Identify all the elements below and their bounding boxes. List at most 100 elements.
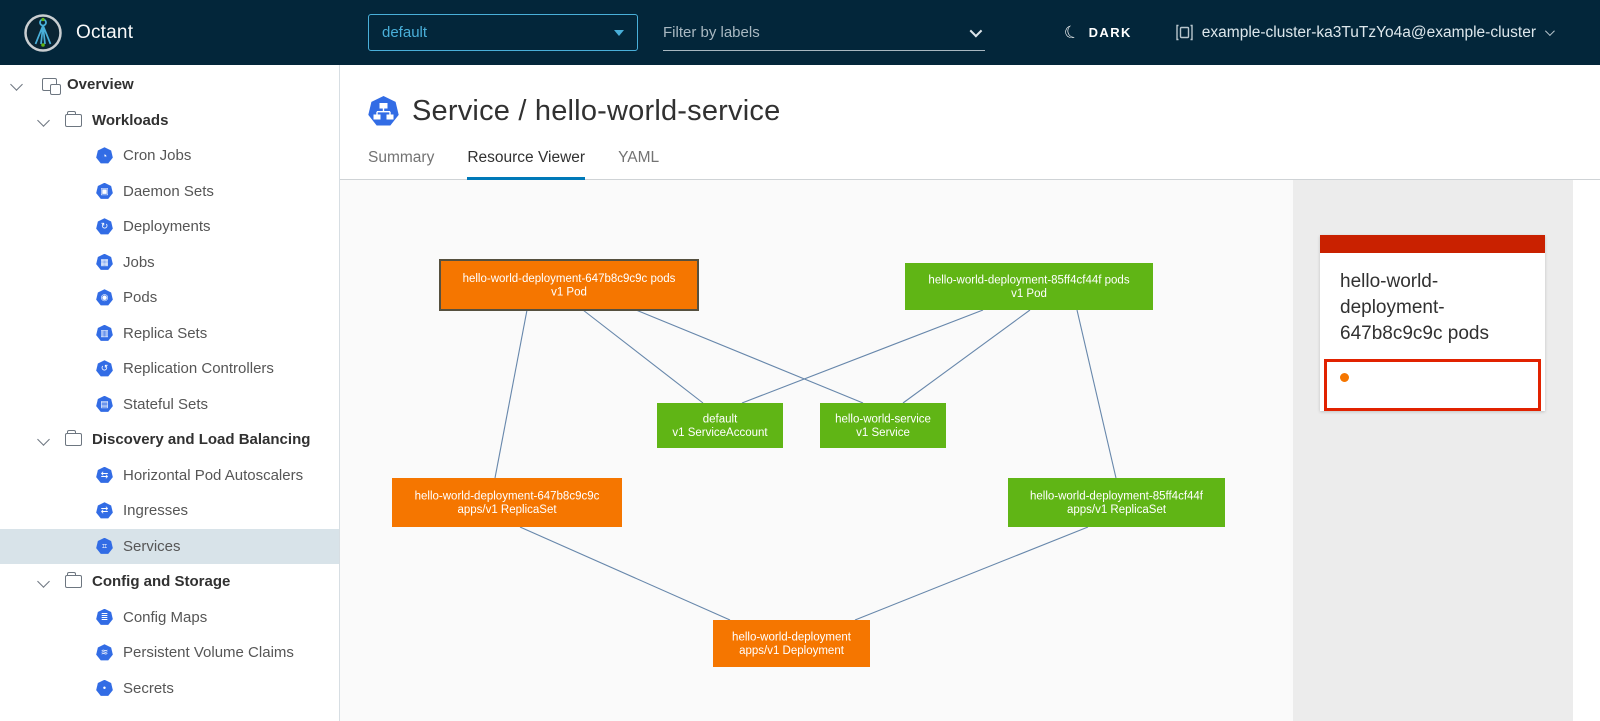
resource-graph: hello-world-deployment-647b8c9c9c pods v1… [340, 180, 1293, 716]
sidebar-item-label: Deployments [123, 218, 211, 235]
sidebar-item-replica-sets[interactable]: ▥ Replica Sets [0, 316, 339, 352]
service-icon [368, 96, 399, 127]
sidebar-item-label: Overview [67, 76, 134, 93]
sidebar-item-jobs[interactable]: ▦ Jobs [0, 245, 339, 281]
sidebar-item-label: Pods [123, 289, 157, 306]
jobs-icon: ▦ [96, 254, 113, 271]
sidebar-item-horizontal-pod-autoscalers[interactable]: ⇆Horizontal Pod Autoscalers [0, 458, 339, 494]
octant-logo [24, 14, 62, 52]
graph-node-label: hello-world-deployment [732, 632, 852, 644]
sidebar-item-secrets[interactable]: • Secrets [0, 671, 339, 707]
sidebar-item-pods[interactable]: ◉Pods [0, 280, 339, 316]
deployments-icon: ↻ [96, 218, 113, 235]
folder-icon [65, 433, 82, 446]
sidebar-item-stateful-sets[interactable]: ▤ Stateful Sets [0, 387, 339, 423]
label-filter-input[interactable]: Filter by labels [663, 14, 985, 51]
sidebar-item-discovery-and-load-balancing[interactable]: Discovery and Load Balancing [0, 422, 339, 458]
stateful-sets-icon: ▤ [96, 396, 113, 413]
app-title: Octant [76, 22, 133, 44]
graph-edge-pod-85ff-replicaset-85ff [1077, 310, 1116, 478]
sidebar-item-services[interactable]: ⌗ Services [0, 529, 339, 565]
theme-toggle[interactable]: ☾ DARK [1064, 24, 1131, 41]
cron-jobs-icon: ◔ [96, 147, 113, 164]
sidebar-item-label: Persistent Volume Claims [123, 644, 294, 661]
sidebar-item-label: Replica Sets [123, 325, 207, 342]
chevron-down-icon[interactable] [37, 433, 50, 446]
brand: Octant [0, 14, 340, 52]
config-maps-icon: ≣ [96, 609, 113, 626]
sidebar-item-overview[interactable]: Overview [0, 67, 339, 103]
graph-edge-replicaset-647b-deployment [520, 527, 730, 620]
replication-controllers-icon: ↺ [96, 360, 113, 377]
graph-node-sublabel: apps/v1 ReplicaSet [1067, 504, 1167, 516]
namespace-selector[interactable]: default [368, 14, 638, 51]
chevron-down-icon[interactable] [10, 78, 23, 91]
graph-node-sublabel: v1 Pod [551, 287, 587, 299]
graph-edge-pod-647b-serviceaccount-default [583, 310, 703, 403]
folder-icon [65, 575, 82, 588]
sidebar-item-label: Secrets [123, 680, 174, 697]
main-content: Service / hello-world-service Summary Re… [340, 65, 1600, 721]
graph-node-sublabel: v1 ServiceAccount [672, 427, 768, 439]
graph-node-sublabel: v1 Pod [1011, 288, 1047, 300]
tab-bar: Summary Resource Viewer YAML [340, 149, 1600, 180]
sidebar-item-deployments[interactable]: ↻ Deployments [0, 209, 339, 245]
daemon-sets-icon: ▣ [96, 183, 113, 200]
graph-node-sublabel: v1 Service [856, 427, 910, 439]
tab-resource-viewer[interactable]: Resource Viewer [467, 149, 585, 179]
graph-edge-pod-647b-service-hello-world [636, 310, 863, 403]
chevron-down-icon[interactable] [970, 24, 983, 37]
sidebar-item-label: Ingresses [123, 502, 188, 519]
node-detail-panel: hello-world-deployment-647b8c9c9c pods [1293, 180, 1573, 721]
title-row: Service / hello-world-service [340, 65, 1600, 128]
sidebar-item-replication-controllers[interactable]: ↺ Replication Controllers [0, 351, 339, 387]
graph-node-service-hello-world[interactable]: hello-world-servicev1 Service [820, 403, 946, 448]
graph-edge-pod-647b-replicaset-647b [495, 310, 527, 478]
namespace-value: default [382, 24, 427, 41]
node-detail-card: hello-world-deployment-647b8c9c9c pods [1320, 235, 1545, 411]
graph-node-deployment[interactable]: hello-world-deploymentapps/v1 Deployment [713, 620, 870, 667]
node-status-bar [1320, 235, 1545, 253]
cluster-selector[interactable]: example-cluster-ka3TuTzYo4a@example-clus… [1176, 24, 1552, 42]
sidebar-item-label: Replication Controllers [123, 360, 274, 377]
graph-edge-pod-85ff-serviceaccount-default [742, 310, 983, 403]
graph-node-pod-85ff[interactable]: hello-world-deployment-85ff4cf44f podsv1… [905, 263, 1153, 310]
graph-node-label: hello-world-deployment-85ff4cf44f [1030, 491, 1204, 503]
sidebar-item-label: Stateful Sets [123, 396, 208, 413]
sidebar-item-workloads[interactable]: Workloads [0, 103, 339, 139]
graph-node-replicaset-85ff[interactable]: hello-world-deployment-85ff4cf44fapps/v1… [1008, 478, 1225, 527]
graph-node-pod-647b[interactable]: hello-world-deployment-647b8c9c9c pods v1… [440, 260, 698, 310]
sidebar-item-label: Jobs [123, 254, 155, 271]
sidebar-item-label: Daemon Sets [123, 183, 214, 200]
tab-summary[interactable]: Summary [368, 149, 434, 179]
sidebar-item-label: Config Maps [123, 609, 207, 626]
sidebar-item-label: Cron Jobs [123, 147, 191, 164]
graph-node-label: hello-world-deployment-647b8c9c9c pods [463, 273, 676, 285]
graph-node-sublabel: apps/v1 Deployment [739, 645, 845, 657]
sidebar-item-cron-jobs[interactable]: ◔ Cron Jobs [0, 138, 339, 174]
page-title: Service / hello-world-service [412, 95, 780, 128]
node-detail-title: hello-world-deployment-647b8c9c9c pods [1320, 253, 1545, 359]
graph-node-label: hello-world-service [835, 414, 931, 426]
sidebar-item-label: Workloads [92, 112, 168, 129]
chevron-down-icon[interactable] [37, 114, 50, 127]
sidebar-item-ingresses[interactable]: ⇄Ingresses [0, 493, 339, 529]
resource-graph-canvas[interactable]: hello-world-deployment-647b8c9c9c pods v1… [340, 180, 1293, 721]
sidebar-item-config-maps[interactable]: ≣ Config Maps [0, 600, 339, 636]
chevron-down-icon [1545, 26, 1555, 36]
app-header: Octant default Filter by labels ☾ DARK e… [0, 0, 1600, 65]
graph-node-serviceaccount-default[interactable]: defaultv1 ServiceAccount [657, 403, 783, 448]
sidebar-item-config-and-storage[interactable]: Config and Storage [0, 564, 339, 600]
sidebar-item-daemon-sets[interactable]: ▣ Daemon Sets [0, 174, 339, 210]
node-status-box [1324, 359, 1541, 411]
replica-sets-icon: ▥ [96, 325, 113, 342]
services-icon: ⌗ [96, 538, 113, 555]
chevron-down-icon[interactable] [37, 575, 50, 588]
tab-yaml[interactable]: YAML [618, 149, 659, 179]
folder-icon [65, 114, 82, 127]
secrets-icon: • [96, 680, 113, 697]
sidebar-item-label: Services [123, 538, 181, 555]
graph-node-replicaset-647b[interactable]: hello-world-deployment-647b8c9c9capps/v1… [392, 478, 622, 527]
sidebar-item-persistent-volume-claims[interactable]: ≋Persistent Volume Claims [0, 635, 339, 671]
cluster-label: example-cluster-ka3TuTzYo4a@example-clus… [1202, 24, 1536, 42]
